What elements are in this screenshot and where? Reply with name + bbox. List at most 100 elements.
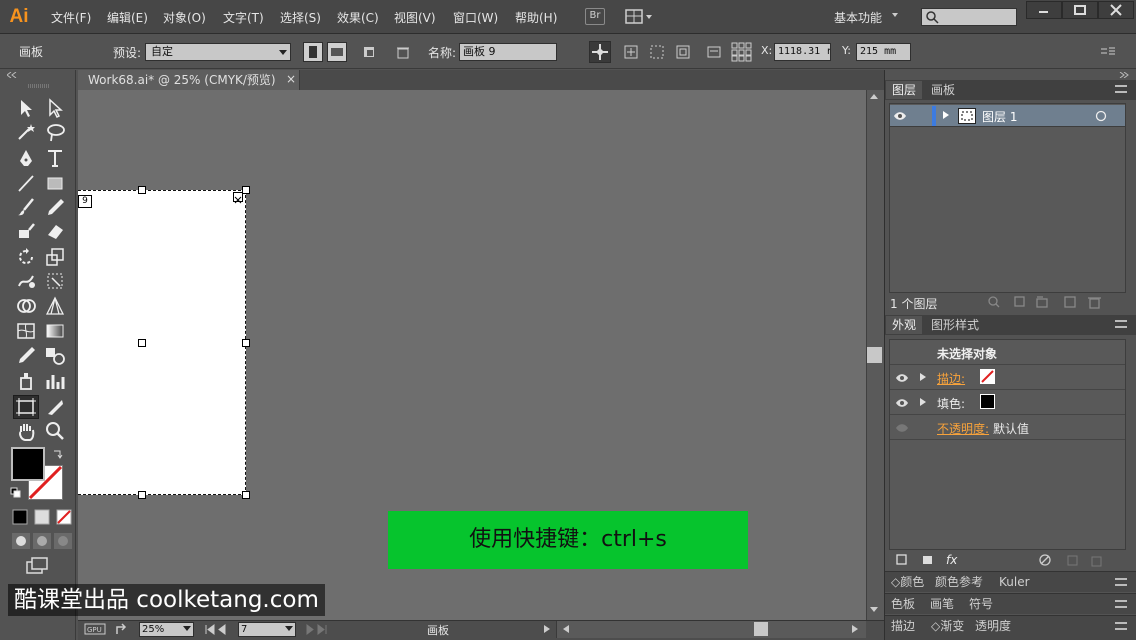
- tab-appearance[interactable]: 外观: [886, 316, 923, 334]
- menu-select[interactable]: 选择(S): [280, 9, 321, 26]
- horizontal-scrollbar[interactable]: [556, 621, 866, 638]
- fx-button[interactable]: fx: [946, 553, 957, 567]
- tab-transparency[interactable]: 透明度: [969, 616, 1017, 636]
- default-colors-icon[interactable]: [10, 487, 22, 499]
- portrait-button[interactable]: [303, 42, 323, 62]
- center-mark-icon[interactable]: [623, 44, 639, 60]
- share-icon[interactable]: [115, 622, 129, 636]
- expand-panels-icon[interactable]: [1118, 72, 1130, 78]
- x-coordinate-input[interactable]: 1118.31 r: [774, 43, 831, 61]
- eye-icon[interactable]: [895, 373, 909, 383]
- rectangle-tool-icon[interactable]: [44, 172, 66, 194]
- swap-colors-icon[interactable]: [52, 448, 64, 460]
- tab-brushes[interactable]: 画笔: [924, 594, 960, 614]
- slice-tool-icon[interactable]: [44, 396, 66, 418]
- menu-file[interactable]: 文件(F): [51, 9, 91, 26]
- menu-edit[interactable]: 编辑(E): [107, 9, 148, 26]
- pen-tool-icon[interactable]: [15, 147, 37, 169]
- resize-handle-bottom-right[interactable]: [242, 491, 250, 499]
- scale-tool-icon[interactable]: [44, 246, 66, 268]
- artboard-name-input[interactable]: 画板 9: [459, 43, 557, 61]
- warp-tool-icon[interactable]: [15, 270, 37, 292]
- menu-type[interactable]: 文字(T): [223, 9, 264, 26]
- resize-handle-top-right[interactable]: [242, 186, 250, 194]
- cross-hairs-icon[interactable]: [649, 44, 665, 60]
- status-label[interactable]: 画板: [427, 622, 449, 638]
- resize-handle-top[interactable]: [138, 186, 146, 194]
- rotate-tool-icon[interactable]: [15, 246, 37, 268]
- gradient-tool-icon[interactable]: [44, 320, 66, 342]
- collapse-icon[interactable]: [7, 72, 17, 78]
- tab-color[interactable]: ◇颜色: [885, 572, 930, 592]
- reference-point-button[interactable]: [589, 41, 611, 63]
- column-graph-tool-icon[interactable]: [44, 370, 66, 392]
- bridge-button[interactable]: Br: [585, 8, 605, 25]
- magic-wand-tool-icon[interactable]: [15, 121, 37, 143]
- workspace-dropdown-icon[interactable]: [892, 13, 898, 17]
- scroll-left-icon[interactable]: [562, 624, 570, 634]
- chevron-down-icon[interactable]: [183, 626, 191, 632]
- panel-menu-icon[interactable]: [1099, 44, 1117, 58]
- direct-selection-tool-icon[interactable]: [44, 97, 66, 119]
- stroke-label[interactable]: 描边:: [937, 370, 965, 387]
- delete-artboard-icon[interactable]: [395, 44, 411, 60]
- tab-symbols[interactable]: 符号: [963, 594, 999, 614]
- fill-swatch-mini[interactable]: [980, 394, 995, 409]
- expand-layer-icon[interactable]: [942, 110, 950, 120]
- tab-color-guide[interactable]: 颜色参考: [929, 572, 989, 592]
- tab-artboards[interactable]: 画板: [925, 81, 961, 99]
- close-button[interactable]: [1098, 1, 1134, 19]
- appearance-footer-left-buttons[interactable]: [895, 553, 945, 567]
- color-panel-menu-icon[interactable]: [1115, 578, 1127, 586]
- target-icon[interactable]: [1095, 110, 1107, 122]
- scroll-down-icon[interactable]: [869, 606, 879, 614]
- vertical-scroll-thumb[interactable]: [867, 347, 882, 363]
- pencil-tool-icon[interactable]: [44, 196, 66, 218]
- tab-graphic-styles[interactable]: 图形样式: [925, 316, 985, 334]
- drawing-mode-buttons[interactable]: [12, 533, 72, 549]
- landscape-button[interactable]: [327, 42, 347, 62]
- rearrange-grid-icon[interactable]: [731, 42, 753, 62]
- workspace-switcher[interactable]: 基本功能: [834, 9, 882, 26]
- appearance-footer-right-buttons[interactable]: [1038, 553, 1108, 567]
- new-artboard-icon[interactable]: [362, 44, 378, 60]
- layers-panel-menu-icon[interactable]: [1115, 85, 1127, 93]
- next-last-artboard-icons[interactable]: [305, 624, 335, 635]
- document-tab-close[interactable]: ×: [286, 72, 296, 86]
- arrange-documents-icon[interactable]: [625, 9, 655, 25]
- perspective-grid-tool-icon[interactable]: [44, 295, 66, 317]
- eye-icon[interactable]: [895, 398, 909, 408]
- artboard-tool-button[interactable]: [13, 395, 39, 419]
- menu-help[interactable]: 帮助(H): [515, 9, 557, 26]
- type-tool-icon[interactable]: [44, 147, 66, 169]
- swatch-panel-menu-icon[interactable]: [1115, 600, 1127, 608]
- panel-grip-icon[interactable]: [28, 84, 50, 88]
- layers-footer-buttons[interactable]: [987, 295, 1107, 309]
- first-previous-artboard-icons[interactable]: [205, 624, 235, 635]
- artboard-options-icon[interactable]: [706, 44, 722, 60]
- blend-tool-icon[interactable]: [44, 344, 66, 366]
- tab-layers[interactable]: 图层: [886, 81, 923, 99]
- resize-handle-center[interactable]: [138, 339, 146, 347]
- tab-stroke[interactable]: 描边: [885, 616, 921, 636]
- y-coordinate-input[interactable]: 215 mm: [856, 43, 911, 61]
- status-menu-arrow-icon[interactable]: [543, 624, 551, 634]
- mesh-tool-icon[interactable]: [15, 320, 37, 342]
- appearance-panel-menu-icon[interactable]: [1115, 320, 1127, 328]
- opacity-label[interactable]: 不透明度:: [937, 420, 989, 437]
- gpu-preview-icon[interactable]: GPU: [84, 623, 106, 635]
- zoom-tool-icon[interactable]: [44, 420, 66, 442]
- menu-effect[interactable]: 效果(C): [337, 9, 379, 26]
- tab-swatches[interactable]: 色板: [885, 594, 921, 614]
- preset-select[interactable]: 自定: [145, 43, 291, 61]
- expand-stroke-icon[interactable]: [920, 373, 926, 381]
- document-tab[interactable]: Work68.ai* @ 25% (CMYK/预览): [78, 70, 300, 90]
- menu-object[interactable]: 对象(O): [163, 9, 206, 26]
- layer-name[interactable]: 图层 1: [982, 108, 1017, 125]
- menu-view[interactable]: 视图(V): [394, 9, 436, 26]
- stroke-swatch-mini[interactable]: [980, 369, 995, 384]
- scroll-right-icon[interactable]: [851, 624, 859, 634]
- resize-handle-right[interactable]: [242, 339, 250, 347]
- blob-brush-tool-icon[interactable]: [15, 220, 37, 242]
- scroll-up-icon[interactable]: [869, 92, 879, 100]
